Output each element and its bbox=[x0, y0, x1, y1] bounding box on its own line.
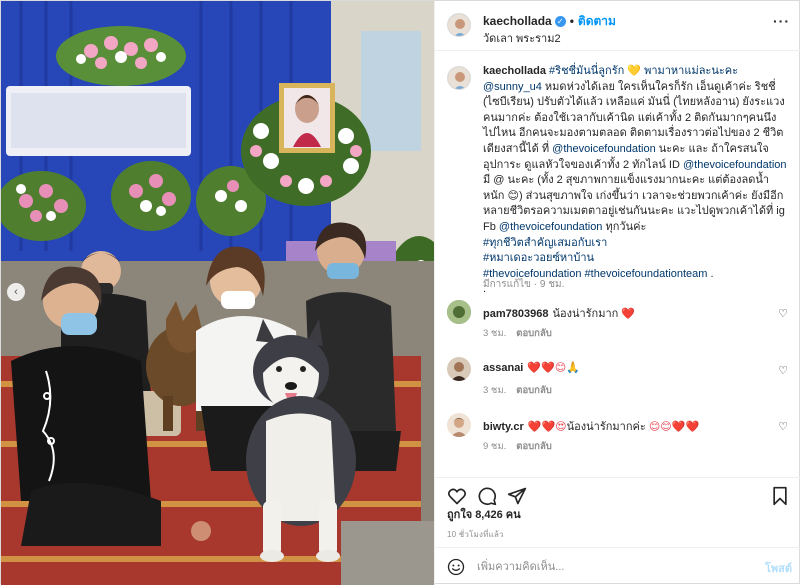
like-comment-heart-icon[interactable]: ♡ bbox=[778, 307, 788, 320]
like-comment-heart-icon[interactable]: ♡ bbox=[778, 364, 788, 377]
commenter-username[interactable]: biwty.cr bbox=[483, 421, 524, 433]
reply-button[interactable]: ตอบกลับ bbox=[516, 385, 552, 396]
caption-trail: . bbox=[707, 267, 714, 280]
chevron-left-icon: ‹ bbox=[14, 285, 18, 298]
caption-avatar[interactable] bbox=[447, 66, 471, 90]
bookmark-icon[interactable] bbox=[770, 486, 790, 506]
reply-button[interactable]: ตอบกลับ bbox=[516, 328, 552, 339]
comments-list[interactable]: kaechollada #ริชชี่มันนี่ลูกรัก 💛 พามาหา… bbox=[435, 52, 800, 477]
comment-item: pam7803968 น้องน่ารักมาก ❤️ 3 ชม. ตอบกลับ … bbox=[447, 300, 792, 344]
post-sidebar: kaechollada ✓ • ติดตาม วัดเลา พระราม2 ··· k… bbox=[434, 1, 800, 585]
comment-text: น้องน่ารักมาก bbox=[552, 308, 619, 320]
comment-item: assanai ❤️❤️😊🙏 3 ชม. ตอบกลับ ♡ bbox=[447, 357, 792, 401]
comment-meta: 9 ชม. ตอบกลับ bbox=[483, 439, 562, 454]
commenter-avatar[interactable] bbox=[447, 413, 471, 437]
caption-body-4: ทุกวันค่ะ bbox=[602, 220, 647, 233]
comment-text: น้องน่ารักมากค่ะ bbox=[566, 421, 646, 433]
post-time: 10 ชั่วโมงที่แล้ว bbox=[447, 530, 504, 539]
commenter-username[interactable]: assanai bbox=[483, 362, 523, 374]
comment-icon[interactable] bbox=[477, 486, 497, 506]
previous-photo-button[interactable]: ‹ bbox=[7, 283, 25, 301]
separator-dot: • bbox=[569, 14, 574, 28]
caption-username[interactable]: kaechollada bbox=[483, 65, 546, 77]
comment-time: 3 ชม. bbox=[483, 328, 507, 339]
post-location[interactable]: วัดเลา พระราม2 bbox=[483, 29, 561, 47]
comment-meta: 3 ชม. ตอบกลับ bbox=[483, 326, 562, 341]
add-comment-bar: โพสต์ bbox=[435, 547, 800, 585]
author-username[interactable]: kaechollada bbox=[483, 14, 552, 28]
comment-emoji: ❤️❤️😊🙏 bbox=[527, 362, 580, 374]
comment-emoji-pre: ❤️❤️😍 bbox=[527, 421, 567, 433]
comment-item: biwty.cr ❤️❤️😍น้องน่ารักมากค่ะ 😊😊❤️❤️ 9 ช… bbox=[447, 413, 792, 457]
comment-meta: 3 ชม. ตอบกลับ bbox=[483, 383, 562, 398]
post-comment-button[interactable]: โพสต์ bbox=[765, 559, 792, 577]
caption-mention-foundation-2[interactable]: @thevoicefoundation bbox=[683, 159, 787, 171]
commenter-username[interactable]: pam7803968 bbox=[483, 308, 548, 320]
caption-meta: มีการแก้ไข · 9 ชม. bbox=[483, 279, 565, 290]
post-header: kaechollada ✓ • ติดตาม วัดเลา พระราม2 ··· bbox=[435, 1, 800, 51]
caption-text: kaechollada #ริชชี่มันนี่ลูกรัก 💛 พามาหา… bbox=[483, 64, 788, 298]
comment-emoji: ❤️ bbox=[621, 308, 636, 320]
post-photo[interactable]: ‹ bbox=[1, 1, 434, 585]
comment-time: 3 ชม. bbox=[483, 385, 507, 396]
caption-hashtag-1[interactable]: #ทุกชีวิตสำคัญเสมอกับเรา bbox=[483, 237, 607, 249]
like-comment-heart-icon[interactable]: ♡ bbox=[778, 420, 788, 433]
comment-line: biwty.cr ❤️❤️😍น้องน่ารักมากค่ะ 😊😊❤️❤️ bbox=[483, 417, 699, 435]
author-avatar[interactable] bbox=[447, 13, 471, 37]
follow-button[interactable]: ติดตาม bbox=[578, 14, 616, 28]
commenter-avatar[interactable] bbox=[447, 300, 471, 324]
caption-hashtag-2[interactable]: #หมาเดอะวอยซ์หาบ้าน bbox=[483, 252, 594, 264]
caption-mention-foundation-3[interactable]: @thevoicefoundation bbox=[499, 221, 603, 233]
comment-line: assanai ❤️❤️😊🙏 bbox=[483, 361, 580, 374]
smile-icon[interactable] bbox=[447, 558, 465, 576]
caption-hashtag-main[interactable]: #ริชชี่มันนี่ลูกรัก 💛 พามาหาแม่ละนะคะ bbox=[549, 65, 738, 77]
comment-time: 9 ชม. bbox=[483, 441, 507, 452]
caption-mention-sunny[interactable]: @sunny_u4 bbox=[483, 81, 542, 93]
commenter-avatar[interactable] bbox=[447, 357, 471, 381]
send-icon[interactable] bbox=[507, 486, 527, 506]
likes-count[interactable]: ถูกใจ 8,426 คน bbox=[447, 505, 521, 523]
post-dialog: ‹ kaechollada ✓ • ติดตาม วัดเลา พระราม2 ···… bbox=[0, 0, 800, 585]
reply-button[interactable]: ตอบกลับ bbox=[516, 441, 552, 452]
heart-icon[interactable] bbox=[447, 486, 467, 506]
verified-badge-icon: ✓ bbox=[554, 16, 566, 28]
caption-mention-foundation-1[interactable]: @thevoicefoundation bbox=[552, 143, 656, 155]
photo-illustration bbox=[1, 1, 434, 585]
comment-line: pam7803968 น้องน่ารักมาก ❤️ bbox=[483, 304, 635, 322]
caption-hashtag-4[interactable]: #thevoicefoundationteam bbox=[585, 268, 708, 280]
more-horizontal-icon[interactable]: ··· bbox=[773, 13, 790, 29]
comment-emoji: 😊😊❤️❤️ bbox=[648, 421, 700, 433]
comment-input[interactable] bbox=[477, 557, 747, 577]
